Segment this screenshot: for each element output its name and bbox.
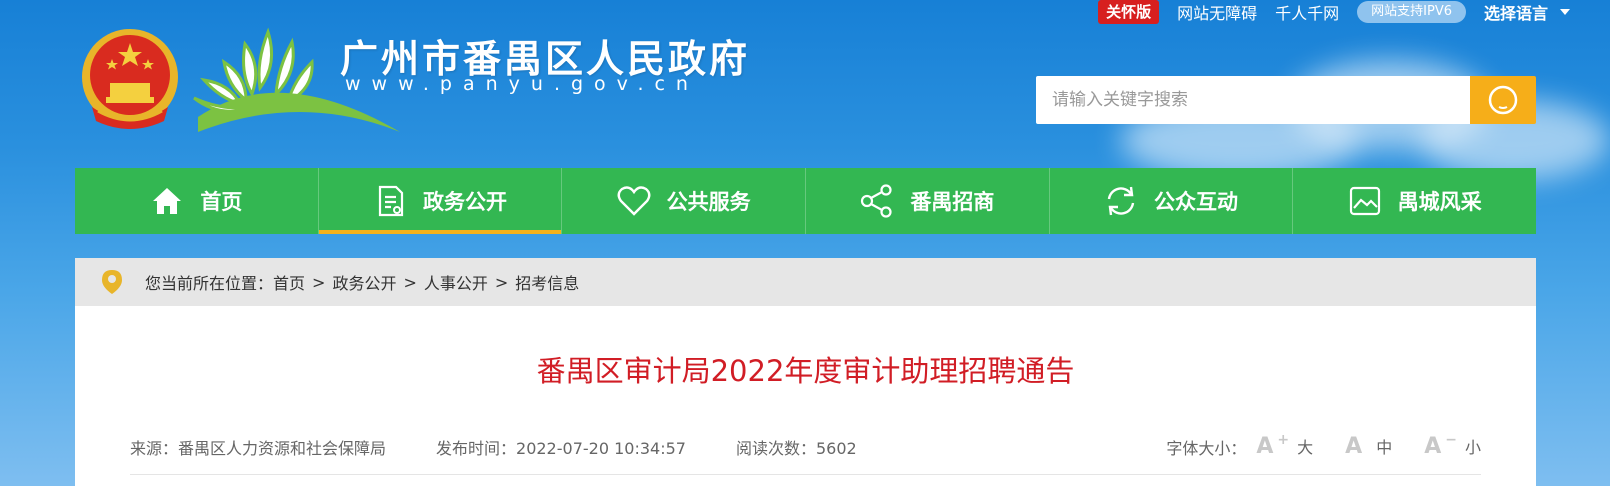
font-size-medium-button[interactable]: A 中	[1345, 434, 1392, 459]
heart-icon	[617, 184, 651, 218]
home-icon	[150, 184, 184, 218]
breadcrumb-prefix: 您当前所在位置：	[145, 274, 274, 293]
search-button[interactable]	[1470, 76, 1536, 124]
font-medium-label: 中	[1376, 438, 1393, 457]
search-icon	[1488, 85, 1518, 115]
article-view-count: 阅读次数：5602	[735, 438, 857, 458]
article-meta: 来源：番禺区人力资源和社会保障局 发布时间：2022-07-20 10:34:5…	[130, 432, 1481, 459]
search-bar	[1036, 76, 1536, 124]
nav-label: 番禺招商	[910, 190, 995, 214]
breadcrumb-separator: >	[403, 272, 417, 292]
nav-item-city-gallery[interactable]: 禺城风采	[1293, 168, 1536, 234]
font-size-large-button[interactable]: A + 大	[1256, 432, 1314, 459]
divider	[130, 474, 1481, 475]
breadcrumb-link-personnel[interactable]: 人事公开	[424, 270, 488, 294]
location-pin-icon	[102, 270, 122, 294]
breadcrumb-link-recruitment[interactable]: 招考信息	[515, 270, 579, 294]
accessibility-link[interactable]: 网站无障碍	[1177, 0, 1257, 24]
breadcrumb-link-gov-affairs[interactable]: 政务公开	[332, 270, 396, 294]
nav-item-home[interactable]: 首页	[75, 168, 319, 234]
nav-item-interaction[interactable]: 公众互动	[1050, 168, 1294, 234]
image-icon	[1348, 184, 1382, 218]
refresh-icon	[1104, 184, 1138, 218]
nav-label: 公众互动	[1154, 190, 1239, 214]
nav-label: 禺城风采	[1397, 190, 1482, 214]
breadcrumb-separator: >	[312, 272, 326, 292]
ipv6-badge: 网站支持IPV6	[1357, 1, 1466, 23]
breadcrumb: 您当前所在位置： 首页 > 政务公开 > 人事公开 > 招考信息	[75, 258, 1536, 306]
breadcrumb-link-home[interactable]: 首页	[273, 270, 305, 294]
article-published-time: 发布时间：2022-07-20 10:34:57	[436, 438, 686, 458]
article-source: 来源：番禺区人力资源和社会保障局	[130, 438, 387, 458]
article-title: 番禺区审计局2022年度审计助理招聘通告	[536, 354, 1075, 388]
font-size-label: 字体大小：	[1166, 438, 1247, 458]
font-small-icon: A	[1424, 434, 1442, 459]
site-url: www.panyu.gov.cn	[345, 73, 699, 95]
font-small-label: 小	[1464, 438, 1481, 457]
font-large-icon: A	[1256, 434, 1274, 459]
document-icon	[373, 184, 407, 218]
chevron-down-icon	[1560, 9, 1570, 15]
personalized-link[interactable]: 千人千网	[1275, 0, 1339, 24]
care-mode-button[interactable]: 关怀版	[1098, 0, 1160, 24]
search-input[interactable]	[1036, 76, 1470, 124]
nav-label: 首页	[200, 190, 243, 214]
share-icon	[860, 184, 894, 218]
language-label: 选择语言	[1483, 4, 1548, 23]
breadcrumb-separator: >	[494, 272, 509, 292]
font-medium-icon: A	[1345, 434, 1363, 459]
nav-item-public-service[interactable]: 公共服务	[562, 168, 807, 234]
language-selector[interactable]: 选择语言	[1484, 0, 1570, 24]
nav-item-investment[interactable]: 番禺招商	[806, 168, 1050, 234]
font-large-label: 大	[1297, 438, 1314, 457]
nav-label: 政务公开	[423, 190, 507, 214]
national-emblem-icon	[82, 29, 178, 129]
font-size-controls: 字体大小： A + 大 A 中 A − 小	[1166, 432, 1481, 459]
nav-label: 公共服务	[666, 190, 751, 214]
font-minus-icon: −	[1445, 432, 1457, 448]
nav-item-gov-affairs[interactable]: 政务公开	[318, 168, 563, 234]
article-panel: 番禺区审计局2022年度审计助理招聘通告 来源：番禺区人力资源和社会保障局 发布…	[75, 306, 1536, 486]
font-plus-icon: +	[1277, 432, 1290, 448]
main-nav: 首页 政务公开 公共服务 番禺招商 公众互动 禺城风采	[75, 168, 1536, 234]
top-bar: 关怀版 网站无障碍 千人千网 网站支持IPV6 选择语言	[1098, 0, 1570, 24]
font-size-small-button[interactable]: A − 小	[1424, 432, 1481, 459]
